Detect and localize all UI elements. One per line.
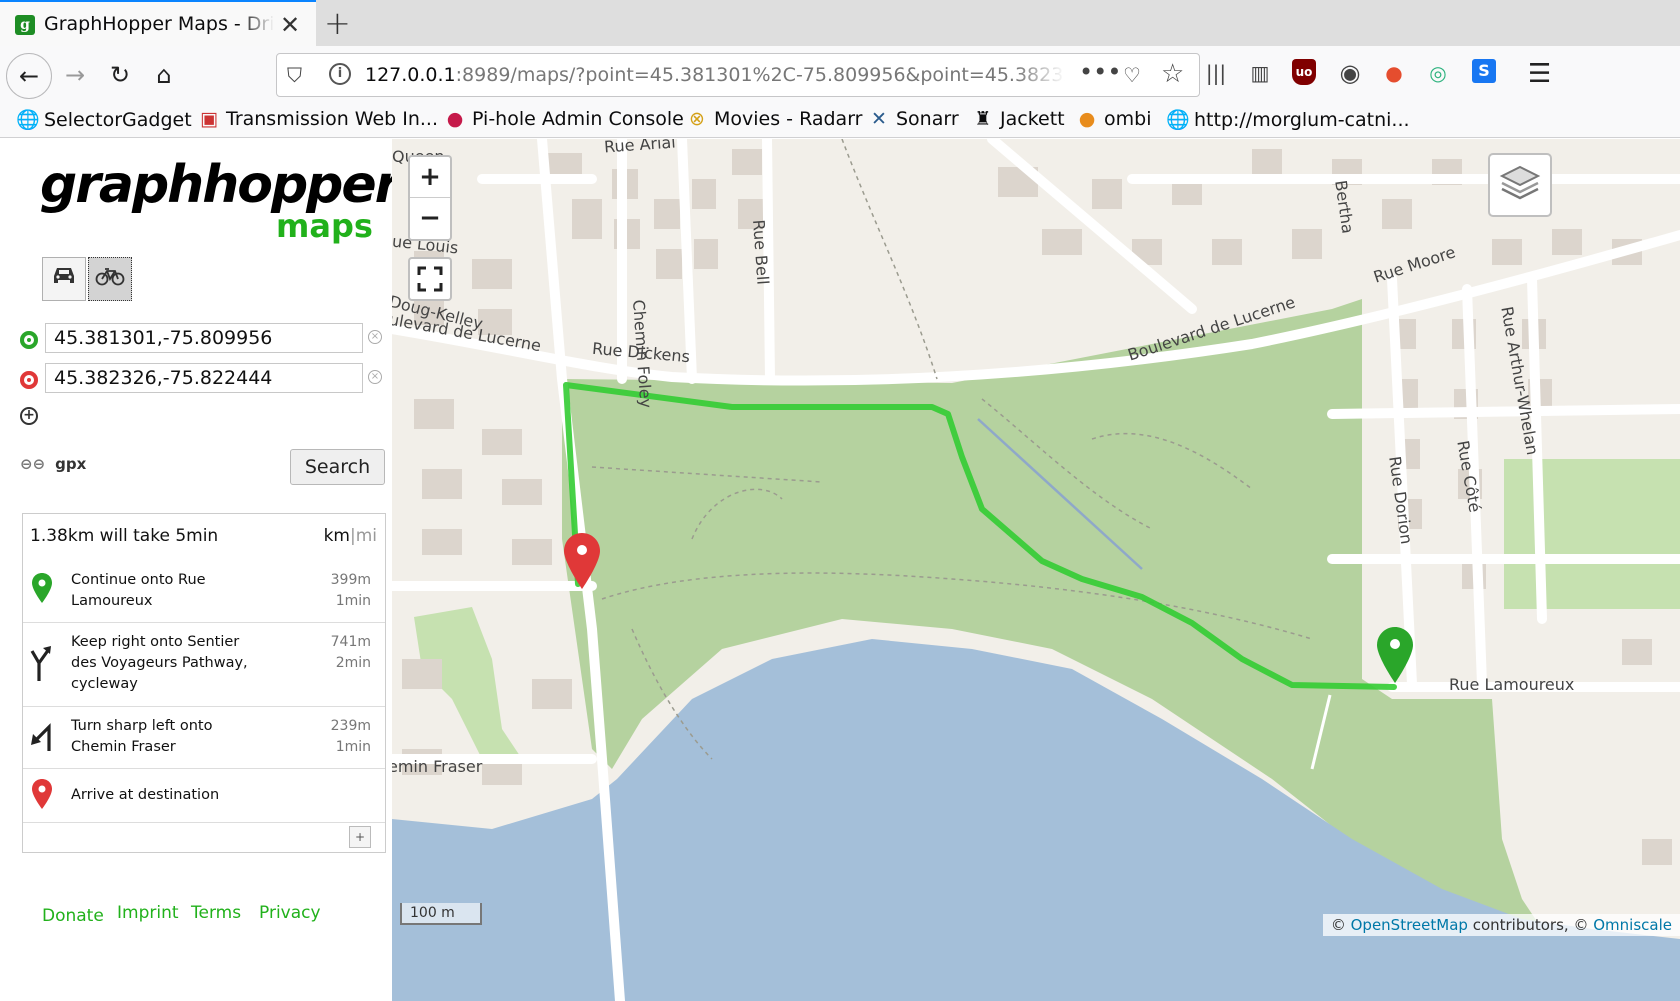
radarr-icon: ⊗ xyxy=(689,108,705,130)
graphhopper-favicon-icon: g xyxy=(15,15,35,35)
graphhopper-logo: graphhopper maps xyxy=(40,155,400,245)
url-bar[interactable]: ⛉ i 127.0.0.1:8989/maps/?point=45.381301… xyxy=(276,53,1200,97)
bookmark-item[interactable]: ⊗ Movies - Radarr xyxy=(686,108,862,130)
bookmark-item[interactable]: ▣ Transmission Web In... xyxy=(198,108,438,130)
layers-icon xyxy=(1499,165,1541,200)
bookmark-item[interactable]: ● ombi xyxy=(1076,108,1152,130)
add-point-icon[interactable]: + xyxy=(20,407,38,425)
zoom-in-button[interactable]: + xyxy=(410,157,450,198)
extension-blue-icon[interactable]: S xyxy=(1472,59,1496,83)
instruction-step[interactable]: Keep right onto Sentier des Voyageurs Pa… xyxy=(23,623,385,707)
forward-button[interactable]: → xyxy=(58,58,92,92)
end-marker-pin-icon[interactable] xyxy=(564,533,600,589)
tab-graphhopper[interactable]: g GraphHopper Maps - Driving Directions … xyxy=(0,0,316,46)
map-attribution: © OpenStreetMap contributors, © Omniscal… xyxy=(1322,914,1680,936)
layers-button[interactable] xyxy=(1488,153,1552,217)
home-button[interactable]: ⌂ xyxy=(147,58,181,92)
tracking-shield-icon[interactable]: ⛉ xyxy=(287,63,302,87)
bookmark-item[interactable]: ✕ Sonarr xyxy=(868,108,959,130)
sharp-left-icon xyxy=(29,721,55,757)
fullscreen-button[interactable] xyxy=(408,257,452,301)
openstreetmap-link[interactable]: OpenStreetMap xyxy=(1351,916,1468,934)
bookmark-item[interactable]: 🌐 http://morglum-catni... xyxy=(1166,108,1410,131)
new-tab-button[interactable]: + xyxy=(324,4,351,42)
fullscreen-icon xyxy=(417,266,443,292)
vehicle-car-button[interactable] xyxy=(42,257,86,301)
bookmarks-bar: 🌐 SelectorGadget ▣ Transmission Web In... … xyxy=(0,104,1680,138)
menu-icon[interactable]: ☰ xyxy=(1528,59,1551,89)
omniscale-link[interactable]: Omniscale xyxy=(1593,916,1672,934)
route-summary: 1.38km will take 5min xyxy=(30,526,219,546)
start-pin-icon xyxy=(29,573,55,609)
globe-icon: 🌐 xyxy=(16,109,40,131)
street-label: emin Fraser xyxy=(392,757,483,776)
street-label: Rue Lamoureux xyxy=(1449,675,1575,694)
library-icon[interactable]: ||| xyxy=(1202,59,1230,87)
end-point-input[interactable] xyxy=(45,363,363,393)
account-icon[interactable]: ◉ xyxy=(1336,59,1364,87)
clear-end-icon[interactable]: × xyxy=(368,370,382,384)
bookmark-item[interactable]: ♜ Jackett xyxy=(972,108,1064,130)
tab-close-icon[interactable]: ✕ xyxy=(280,11,300,39)
instructions-panel: 1.38km will take 5min km|mi Continue ont… xyxy=(22,513,386,853)
privacy-link[interactable]: Privacy xyxy=(259,903,321,923)
pocket-icon[interactable]: ♡ xyxy=(1123,63,1141,87)
unit-toggle[interactable]: km|mi xyxy=(324,526,377,546)
donate-link[interactable]: Donate xyxy=(42,906,104,926)
route-sidebar: graphhopper maps × × + ⊖⊖gpx Search 1.38… xyxy=(0,139,400,1001)
tab-title: GraphHopper Maps - Driving Directions xyxy=(44,13,274,35)
url-text[interactable]: 127.0.0.1:8989/maps/?point=45.381301%2C-… xyxy=(365,64,1065,86)
gpx-export-link[interactable]: ⊖⊖ gpx xyxy=(20,455,86,473)
end-marker-icon xyxy=(20,371,38,389)
sonarr-icon: ✕ xyxy=(871,108,887,130)
start-point-input[interactable] xyxy=(45,323,363,353)
link-icon: ⊖⊖ xyxy=(20,455,46,473)
clear-start-icon[interactable]: × xyxy=(368,330,382,344)
end-pin-icon xyxy=(29,779,55,815)
sports-field xyxy=(1504,459,1680,609)
map-scale: 100 m xyxy=(400,903,482,925)
jackett-icon: ♜ xyxy=(974,108,992,130)
start-marker-pin-icon[interactable] xyxy=(1377,627,1413,683)
search-button[interactable]: Search xyxy=(290,449,385,485)
extension-teal-icon[interactable]: ◎ xyxy=(1424,59,1452,87)
bookmark-item[interactable]: ● Pi-hole Admin Console xyxy=(444,108,684,130)
vehicle-bike-button[interactable] xyxy=(88,257,132,301)
imprint-link[interactable]: Imprint xyxy=(117,903,179,923)
instruction-step[interactable]: Turn sharp left onto Chemin Fraser 239m 1… xyxy=(23,707,385,769)
expand-instructions-button[interactable]: + xyxy=(349,826,371,848)
ublock-origin-icon[interactable]: uo xyxy=(1292,59,1316,85)
tab-strip: g GraphHopper Maps - Driving Directions … xyxy=(0,0,1680,46)
back-button[interactable]: ← xyxy=(6,53,52,99)
start-marker-icon xyxy=(20,331,38,349)
map-canvas[interactable]: Rue Arial Queen ue Louis Doug-Kelley ule… xyxy=(392,139,1680,1001)
zoom-out-button[interactable]: − xyxy=(410,198,450,239)
navigation-toolbar: ← → ↻ ⌂ ⛉ i 127.0.0.1:8989/maps/?point=4… xyxy=(0,46,1680,104)
extension-red-icon[interactable]: ● xyxy=(1380,59,1408,87)
page-actions-icon[interactable]: ••• xyxy=(1079,58,1121,86)
bike-icon xyxy=(95,268,125,286)
ombi-icon: ● xyxy=(1078,108,1096,130)
bookmark-star-icon[interactable]: ☆ xyxy=(1161,59,1184,89)
keep-right-icon xyxy=(29,645,55,681)
globe-icon: 🌐 xyxy=(1166,109,1190,131)
car-icon xyxy=(54,268,74,283)
site-info-icon[interactable]: i xyxy=(329,63,351,85)
zoom-control: + − xyxy=(408,155,452,241)
reload-button[interactable]: ↻ xyxy=(103,58,137,92)
sidebar-toggle-icon[interactable]: ▥ xyxy=(1246,59,1274,87)
instruction-step[interactable]: Continue onto Rue Lamoureux 399m 1min xyxy=(23,561,385,623)
transmission-icon: ▣ xyxy=(200,108,218,130)
instruction-step[interactable]: Arrive at destination xyxy=(23,769,385,823)
bookmark-item[interactable]: 🌐 SelectorGadget xyxy=(16,108,192,131)
terms-link[interactable]: Terms xyxy=(191,903,241,923)
raspberry-icon: ● xyxy=(446,108,464,130)
